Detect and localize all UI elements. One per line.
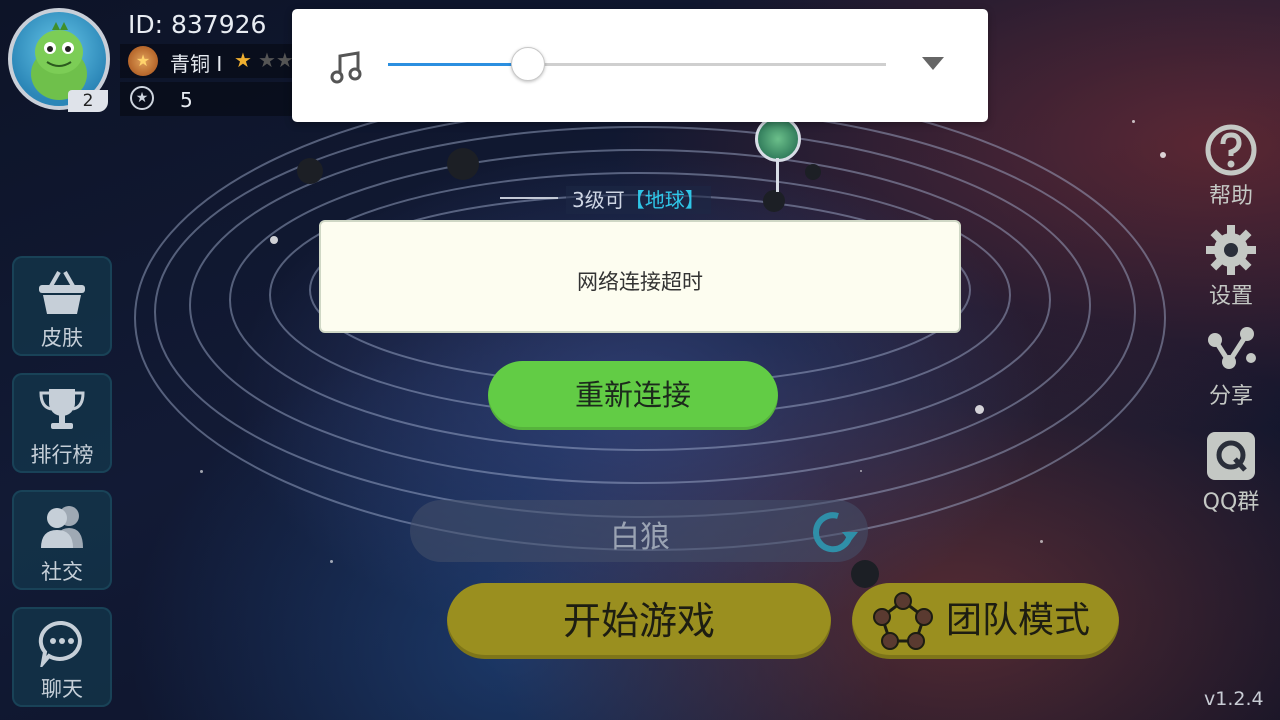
sidebar-item-label: 皮肤 bbox=[41, 326, 83, 350]
qq-group-label: QQ群 bbox=[1202, 490, 1260, 515]
triangle-down-icon[interactable] bbox=[922, 57, 944, 70]
share-icon bbox=[1208, 327, 1256, 369]
trophy-icon bbox=[39, 389, 85, 429]
planet[interactable] bbox=[297, 158, 323, 184]
star-badge-icon: ★ bbox=[130, 86, 154, 110]
volume-slider-fill bbox=[388, 63, 528, 66]
help-icon bbox=[1205, 124, 1257, 176]
player-name: 白狼 bbox=[610, 520, 670, 555]
network-timeout-dialog: 网络连接超时 bbox=[319, 220, 961, 333]
sidebar-item-chat[interactable]: 聊天 bbox=[12, 607, 112, 707]
qq-group-button[interactable]: QQ群 bbox=[1196, 428, 1266, 516]
help-button[interactable]: 帮助 bbox=[1196, 122, 1266, 210]
planet[interactable] bbox=[805, 164, 821, 180]
pin-stem bbox=[776, 158, 779, 192]
star-empty-icon: ★★ bbox=[258, 48, 294, 72]
dialog-message: 网络连接超时 bbox=[577, 270, 703, 294]
people-icon bbox=[41, 506, 83, 548]
sidebar-item-label: 排行榜 bbox=[30, 443, 94, 467]
score-row: ★ 5 bbox=[120, 82, 300, 116]
star bbox=[330, 560, 333, 563]
player-level-badge: 2 bbox=[68, 90, 108, 112]
player-name-field[interactable]: 白狼 bbox=[410, 500, 868, 562]
player-location-pin bbox=[755, 116, 801, 162]
basket-icon bbox=[39, 271, 85, 314]
star bbox=[975, 405, 984, 414]
game-screen: 3级可【地球】 2 ID: 837926 ★ 青铜 I ★ ★★ ★ 5 网络连… bbox=[0, 0, 1280, 720]
settings-button[interactable]: 设置 bbox=[1196, 222, 1266, 310]
star bbox=[270, 236, 278, 244]
reconnect-button[interactable]: 重新连接 bbox=[488, 361, 778, 430]
level-hint: 3级可【地球】 bbox=[566, 186, 711, 214]
score-value: 5 bbox=[180, 88, 193, 112]
sidebar-item-social[interactable]: 社交 bbox=[12, 490, 112, 590]
star bbox=[200, 470, 203, 473]
star bbox=[1040, 540, 1043, 543]
version-label: v1.2.4 bbox=[1204, 688, 1264, 710]
settings-label: 设置 bbox=[1208, 284, 1253, 309]
star bbox=[1160, 152, 1166, 158]
sidebar-item-label: 社交 bbox=[41, 560, 83, 584]
sidebar-item-skin[interactable]: 皮肤 bbox=[12, 256, 112, 356]
share-label: 分享 bbox=[1208, 384, 1253, 409]
music-note-icon bbox=[330, 51, 362, 84]
star bbox=[1132, 120, 1135, 123]
rank-row: ★ 青铜 I ★ ★★ bbox=[120, 44, 300, 78]
team-mode-label: 团队模式 bbox=[946, 600, 1091, 641]
volume-slider[interactable] bbox=[388, 47, 886, 81]
start-game-button[interactable]: 开始游戏 bbox=[447, 583, 831, 659]
gear-icon bbox=[1206, 225, 1256, 275]
qq-icon bbox=[1207, 432, 1255, 480]
star bbox=[860, 470, 862, 472]
level-hint-planet: 【地球】 bbox=[624, 188, 705, 212]
planet[interactable] bbox=[851, 560, 879, 588]
team-mode-button[interactable]: 团队模式 bbox=[852, 583, 1119, 659]
planet[interactable] bbox=[447, 148, 479, 180]
sidebar-item-label: 聊天 bbox=[41, 677, 83, 701]
sidebar-item-leaderboard[interactable]: 排行榜 bbox=[12, 373, 112, 473]
level-hint-prefix: 3级可 bbox=[572, 188, 625, 212]
volume-slider-thumb[interactable] bbox=[511, 47, 546, 81]
player-id: ID: 837926 bbox=[128, 10, 267, 39]
level-hint-line bbox=[500, 197, 558, 199]
help-label: 帮助 bbox=[1208, 184, 1253, 209]
star-icon: ★ bbox=[234, 48, 252, 72]
refresh-icon[interactable] bbox=[808, 508, 860, 556]
team-circle-icon bbox=[873, 592, 933, 650]
share-button[interactable]: 分享 bbox=[1196, 322, 1266, 410]
music-volume-panel bbox=[292, 9, 988, 122]
chat-icon bbox=[38, 620, 82, 667]
bronze-medal-icon: ★ bbox=[128, 46, 158, 76]
rank-text: 青铜 I bbox=[170, 52, 223, 76]
planet[interactable] bbox=[763, 190, 785, 212]
